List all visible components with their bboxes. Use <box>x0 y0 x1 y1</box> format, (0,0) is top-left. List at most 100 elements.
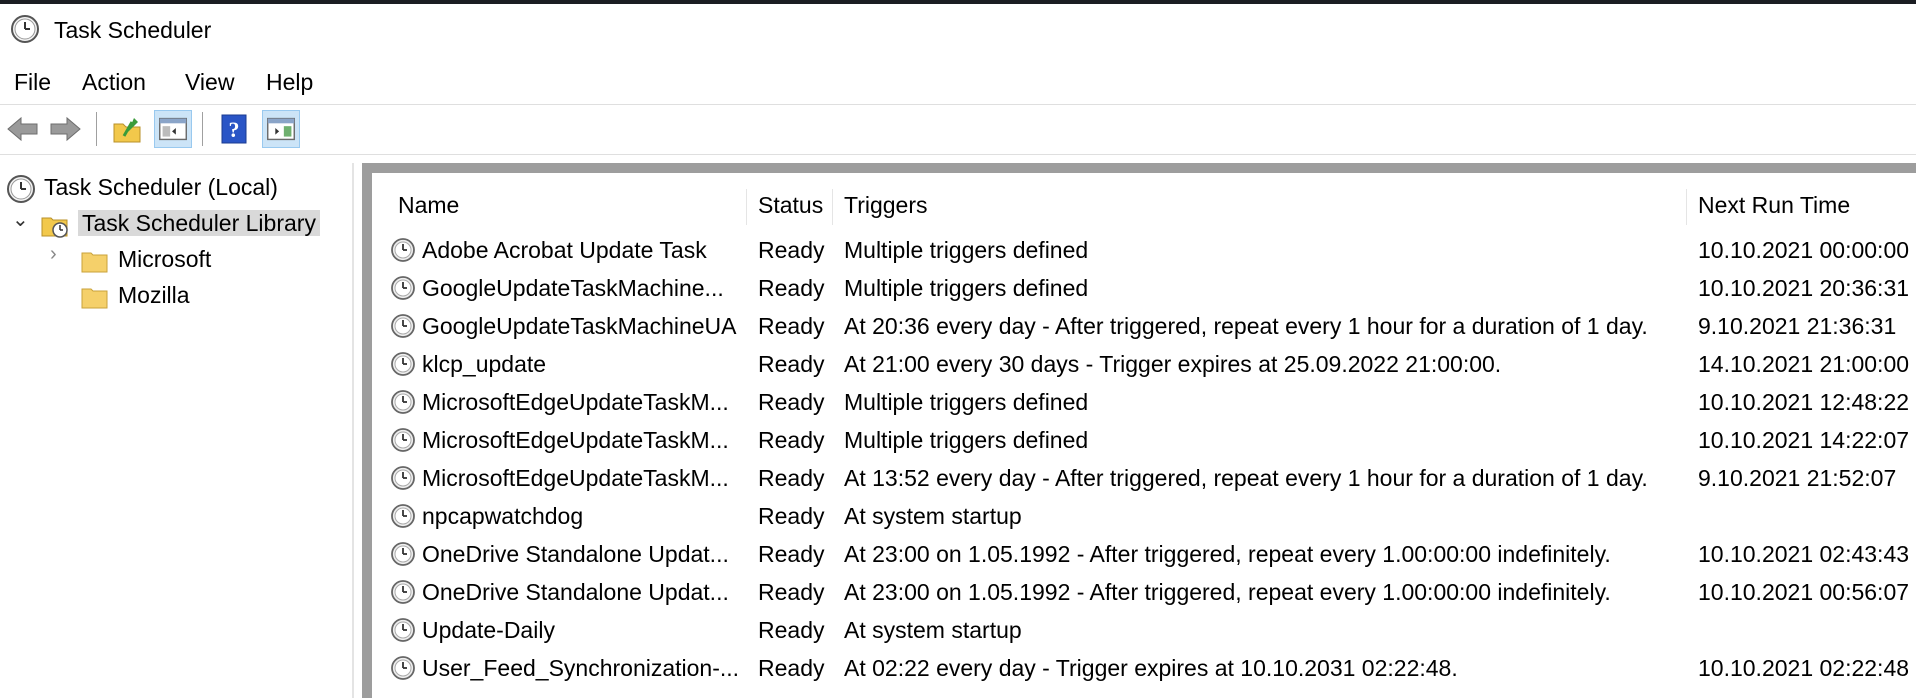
forward-icon[interactable] <box>46 110 84 148</box>
task-next-run-time: 9.10.2021 21:52:07 <box>1698 465 1897 491</box>
task-next-run-time: 10.10.2021 00:56:07 <box>1698 579 1910 605</box>
task-name: GoogleUpdateTaskMachine... <box>422 275 724 301</box>
menu-help[interactable]: Help <box>264 64 315 100</box>
task-clock-icon <box>391 428 415 452</box>
tree-item-library[interactable]: Task Scheduler Library <box>40 206 320 240</box>
task-clock-icon <box>391 580 415 604</box>
task-name-cell: OneDrive Standalone Updat... <box>390 573 746 611</box>
column-divider[interactable] <box>1686 189 1687 225</box>
task-list-frame: Name Status Triggers Next Run Time Adobe… <box>362 163 1916 698</box>
up-folder-icon[interactable] <box>108 110 146 148</box>
toolbar: ? <box>0 108 1916 152</box>
table-row[interactable]: MicrosoftEdgeUpdateTaskM... Ready At 13:52… <box>372 459 1916 497</box>
folder-icon <box>81 288 108 309</box>
column-header-status[interactable]: Status <box>750 185 830 225</box>
task-status: Ready <box>758 313 825 339</box>
window-title: Task Scheduler <box>54 17 212 43</box>
show-hide-console-tree-icon[interactable] <box>154 110 192 148</box>
task-triggers: At system startup <box>844 617 1022 643</box>
table-row[interactable]: OneDrive Standalone Updat... Ready At 23:0… <box>372 535 1916 573</box>
task-status: Ready <box>758 503 825 529</box>
console-tree: Task Scheduler (Local) ⌄ Task Scheduler … <box>0 163 352 698</box>
task-name: GoogleUpdateTaskMachineUA <box>422 313 737 339</box>
task-name: Update-Daily <box>422 617 555 643</box>
tree-item-mozilla[interactable]: Mozilla <box>80 278 190 312</box>
task-status: Ready <box>758 617 825 643</box>
table-row[interactable]: klcp_update Ready At 21:00 every 30 days -… <box>372 345 1916 383</box>
task-name-cell: OneDrive Standalone Updat... <box>390 535 746 573</box>
task-status: Ready <box>758 237 825 263</box>
task-name: MicrosoftEdgeUpdateTaskM... <box>422 465 729 491</box>
task-triggers: At 21:00 every 30 days - Trigger expires… <box>844 351 1502 377</box>
task-triggers: Multiple triggers defined <box>844 237 1089 263</box>
tree-item-microsoft[interactable]: Microsoft <box>80 242 211 276</box>
task-name-cell: GoogleUpdateTaskMachineUA <box>390 307 746 345</box>
task-status: Ready <box>758 275 825 301</box>
task-triggers: At system startup <box>844 503 1022 529</box>
table-row[interactable]: MicrosoftEdgeUpdateTaskM... Ready Multiple… <box>372 383 1916 421</box>
menu-bar: File Action View Help <box>0 64 1916 100</box>
menu-file[interactable]: File <box>12 64 53 100</box>
task-clock-icon <box>391 466 415 490</box>
task-status: Ready <box>758 351 825 377</box>
task-name: OneDrive Standalone Updat... <box>422 579 729 605</box>
tree-item-root[interactable]: Task Scheduler (Local) <box>6 170 278 204</box>
toolbar-divider <box>0 154 1916 155</box>
task-clock-icon <box>391 542 415 566</box>
task-status: Ready <box>758 655 825 681</box>
task-name: User_Feed_Synchronization-... <box>422 655 740 681</box>
task-status: Ready <box>758 427 825 453</box>
toolbar-separator <box>96 112 97 146</box>
task-triggers: Multiple triggers defined <box>844 427 1089 453</box>
task-status: Ready <box>758 579 825 605</box>
task-next-run-time: 10.10.2021 00:00:00 <box>1698 237 1910 263</box>
column-header-triggers[interactable]: Triggers <box>836 185 1636 225</box>
table-row[interactable]: MicrosoftEdgeUpdateTaskM... Ready Multiple… <box>372 421 1916 459</box>
table-row[interactable]: OneDrive Standalone Updat... Ready At 23:0… <box>372 573 1916 611</box>
task-name-cell: Update-Daily <box>390 611 746 649</box>
table-row[interactable]: npcapwatchdog Ready At system startup <box>372 497 1916 535</box>
menu-view[interactable]: View <box>183 64 236 100</box>
chevron-right-icon[interactable]: › <box>50 243 57 266</box>
task-clock-icon <box>391 390 415 414</box>
tree-item-label: Mozilla <box>118 282 190 308</box>
task-name: klcp_update <box>422 351 547 377</box>
task-triggers: At 13:52 every day - After triggered, re… <box>844 465 1648 491</box>
task-clock-icon <box>391 238 415 262</box>
column-divider[interactable] <box>832 189 833 225</box>
table-row[interactable]: GoogleUpdateTaskMachine... Ready Multiple … <box>372 269 1916 307</box>
menu-action[interactable]: Action <box>80 64 148 100</box>
help-icon[interactable]: ? <box>215 110 253 148</box>
task-next-run-time: 14.10.2021 21:00:00 <box>1698 351 1910 377</box>
task-name-cell: User_Feed_Synchronization-... <box>390 649 746 687</box>
title-bar: Task Scheduler <box>0 4 1916 54</box>
task-clock-icon <box>391 314 415 338</box>
task-triggers: At 23:00 on 1.05.1992 - After triggered,… <box>844 579 1611 605</box>
column-header-name[interactable]: Name <box>390 185 670 225</box>
column-header-next-run-time[interactable]: Next Run Time <box>1690 185 1910 225</box>
pane-splitter[interactable] <box>352 163 354 698</box>
table-row[interactable]: GoogleUpdateTaskMachineUA Ready At 20:36 e… <box>372 307 1916 345</box>
task-next-run-time: 10.10.2021 12:48:22 <box>1698 389 1910 415</box>
task-triggers: At 23:00 on 1.05.1992 - After triggered,… <box>844 541 1611 567</box>
task-scheduler-window: Task Scheduler File Action View Help ? T… <box>0 4 1916 698</box>
menu-divider <box>0 104 1916 105</box>
task-status: Ready <box>758 465 825 491</box>
column-divider[interactable] <box>746 189 747 225</box>
tree-item-label: Task Scheduler Library <box>78 210 320 236</box>
table-row[interactable]: Update-Daily Ready At system startup <box>372 611 1916 649</box>
chevron-down-icon[interactable]: ⌄ <box>12 207 29 232</box>
table-row[interactable]: User_Feed_Synchronization-... Ready At 02:… <box>372 649 1916 687</box>
task-clock-icon <box>391 276 415 300</box>
show-hide-action-pane-icon[interactable] <box>262 110 300 148</box>
task-list: Name Status Triggers Next Run Time Adobe… <box>372 173 1916 698</box>
task-name: MicrosoftEdgeUpdateTaskM... <box>422 389 729 415</box>
back-icon[interactable] <box>4 110 42 148</box>
task-next-run-time: 10.10.2021 20:36:31 <box>1698 275 1910 301</box>
task-name: npcapwatchdog <box>422 503 584 529</box>
tree-item-label: Microsoft <box>118 246 212 272</box>
task-name-cell: npcapwatchdog <box>390 497 746 535</box>
task-name-cell: MicrosoftEdgeUpdateTaskM... <box>390 459 746 497</box>
task-name: Adobe Acrobat Update Task <box>422 237 707 263</box>
table-row[interactable]: Adobe Acrobat Update Task Ready Multiple t… <box>372 231 1916 269</box>
